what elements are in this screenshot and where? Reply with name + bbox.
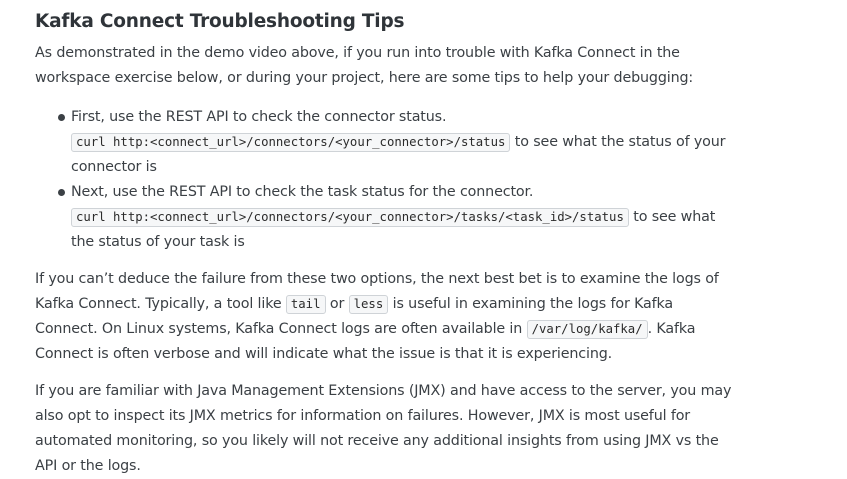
bullet-icon <box>58 114 65 121</box>
tip-item-task-status: Next, use the REST API to check the task… <box>55 180 735 255</box>
inline-code-task-status: curl http:<connect_url>/connectors/<your… <box>71 208 629 227</box>
section-heading: Kafka Connect Troubleshooting Tips <box>35 11 405 32</box>
inline-code-tail: tail <box>285 295 326 314</box>
logs-text-2: or <box>325 296 349 312</box>
tip-item-connector-status: First, use the REST API to check the con… <box>55 105 735 180</box>
tip-lead-text: Next, use the REST API to check the task… <box>71 184 534 200</box>
inline-code-connector-status: curl http:<connect_url>/connectors/<your… <box>71 133 511 152</box>
inline-code-log-path: /var/log/kafka/ <box>526 320 648 339</box>
bullet-icon <box>58 189 65 196</box>
jmx-paragraph: If you are familiar with Java Management… <box>35 383 732 474</box>
intro-paragraph: As demonstrated in the demo video above,… <box>35 45 694 86</box>
tips-list: First, use the REST API to check the con… <box>35 105 735 255</box>
inline-code-less: less <box>348 295 389 314</box>
article-section: Kafka Connect Troubleshooting Tips As de… <box>0 0 735 479</box>
tip-lead-text: First, use the REST API to check the con… <box>71 109 447 125</box>
logs-paragraph: If you can’t deduce the failure from the… <box>35 267 735 367</box>
